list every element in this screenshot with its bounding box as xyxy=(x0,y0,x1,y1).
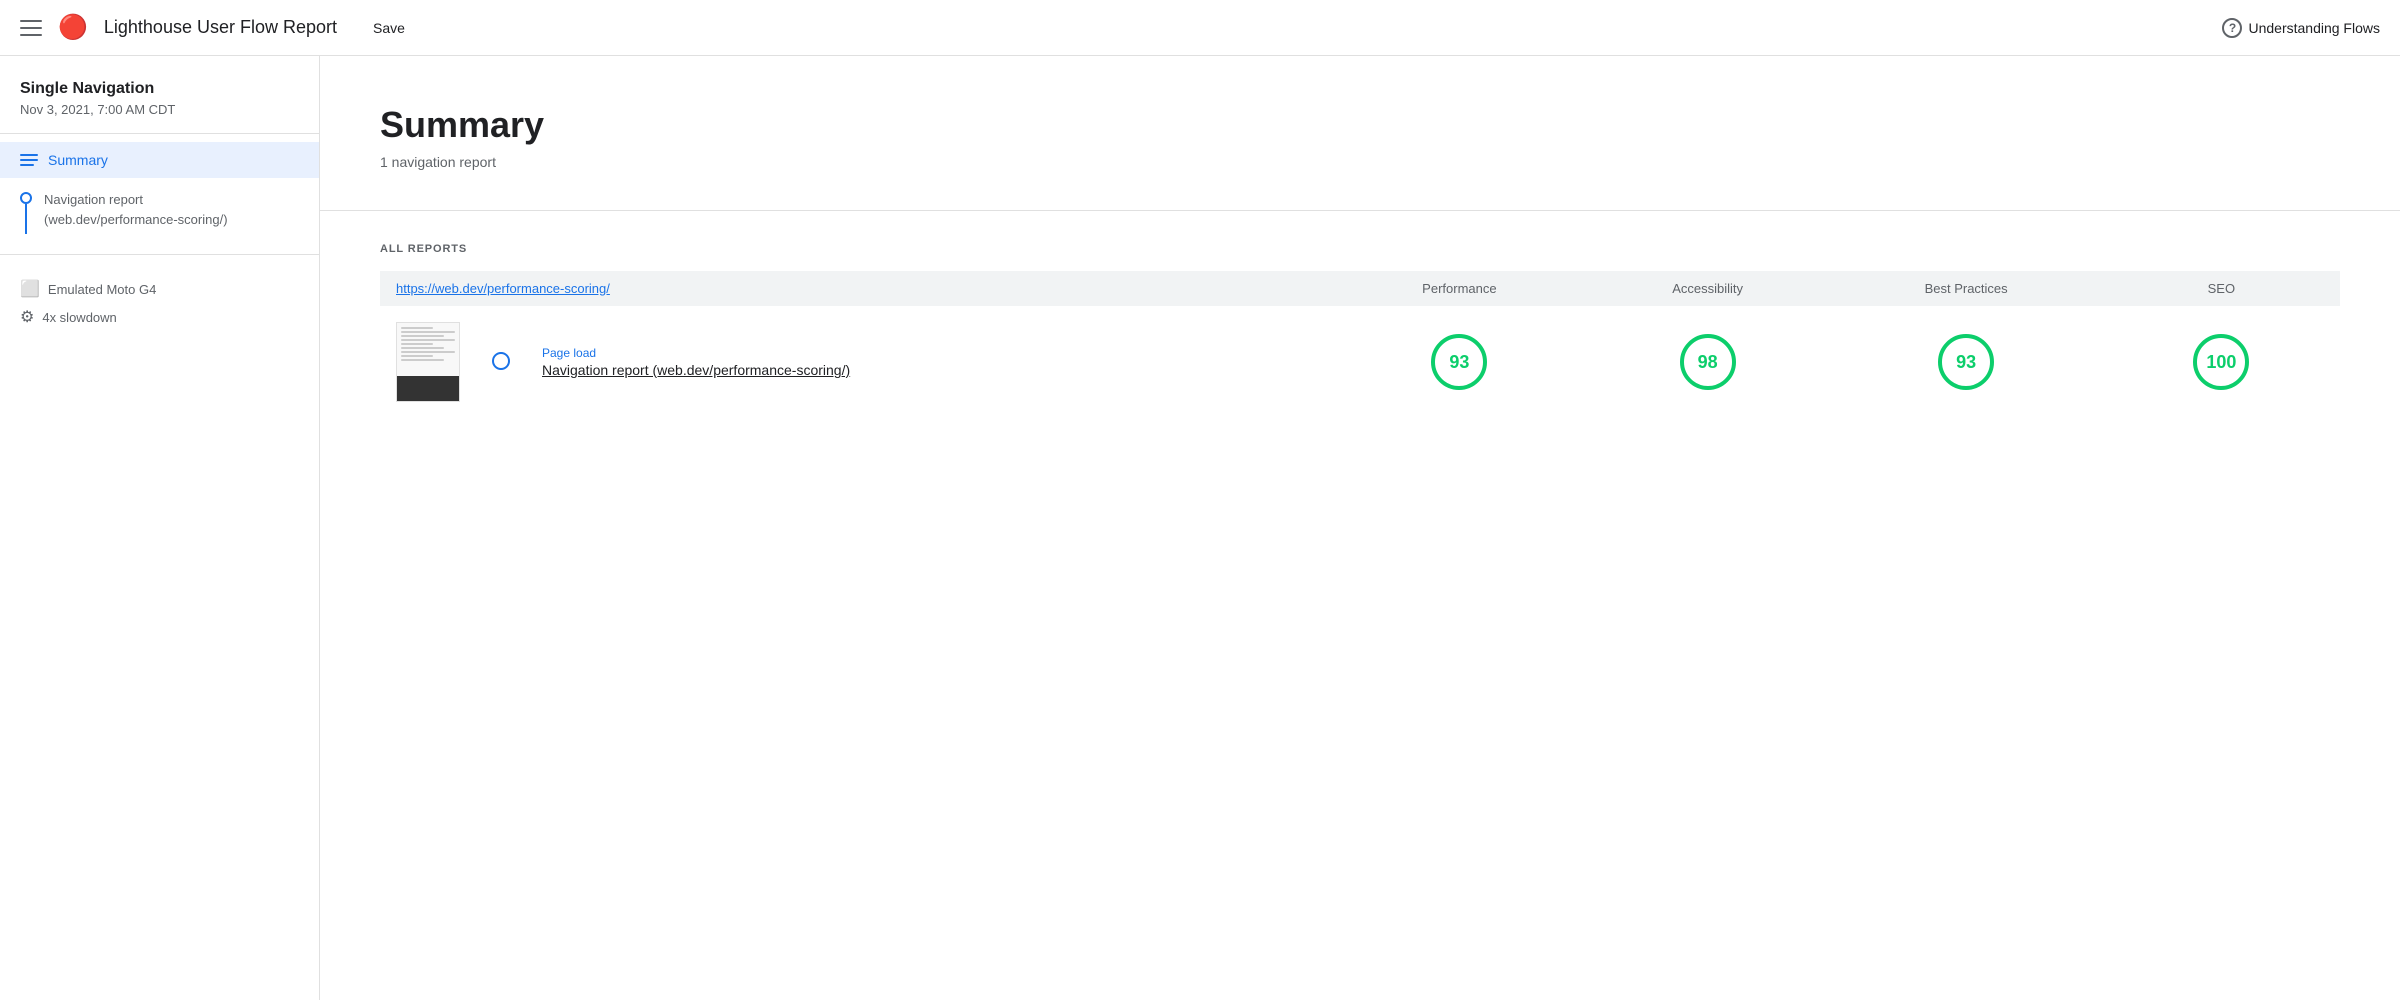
sidebar-item-summary[interactable]: Summary xyxy=(0,142,319,178)
col-performance: Performance xyxy=(1333,271,1586,306)
reports-section-label: ALL REPORTS xyxy=(380,243,2340,255)
col-url: https://web.dev/performance-scoring/ xyxy=(380,271,1333,306)
reports-table: https://web.dev/performance-scoring/ Per… xyxy=(380,271,2340,418)
header-left: 🔴 Lighthouse User Flow Report Save xyxy=(20,13,405,42)
col-seo: SEO xyxy=(2103,271,2340,306)
score-accessibility-cell: 98 xyxy=(1586,306,1830,418)
reports-section: ALL REPORTS https://web.dev/performance-… xyxy=(320,211,2400,450)
pin-icon xyxy=(20,190,32,234)
thumbnail-cell xyxy=(380,306,476,418)
score-seo[interactable]: 100 xyxy=(2193,334,2249,390)
device-icon: ⬜ xyxy=(20,279,40,299)
sidebar-report-url: (web.dev/performance-scoring/) xyxy=(44,210,228,230)
col-accessibility: Accessibility xyxy=(1586,271,1830,306)
understanding-flows-link[interactable]: ? Understanding Flows xyxy=(2222,18,2380,38)
sidebar-section-title: Single Navigation xyxy=(0,80,319,102)
score-best-practices-cell: 93 xyxy=(1830,306,2103,418)
sidebar-meta-device-label: Emulated Moto G4 xyxy=(48,282,156,297)
sidebar-divider-2 xyxy=(0,254,319,255)
save-button[interactable]: Save xyxy=(373,20,405,36)
radio-cell xyxy=(476,306,526,418)
reports-table-header: https://web.dev/performance-scoring/ Per… xyxy=(380,271,2340,306)
help-icon: ? xyxy=(2222,18,2242,38)
score-performance-cell: 93 xyxy=(1333,306,1586,418)
hamburger-menu-button[interactable] xyxy=(20,20,42,36)
summary-subtitle: 1 navigation report xyxy=(380,154,2340,170)
page-thumbnail xyxy=(396,322,460,402)
sidebar-meta-cpu: ⚙ 4x slowdown xyxy=(20,303,299,331)
sidebar-report-text: Navigation report (web.dev/performance-s… xyxy=(44,190,228,229)
sidebar-item-navigation-report[interactable]: Navigation report (web.dev/performance-s… xyxy=(0,178,319,246)
report-name-link[interactable]: Navigation report (web.dev/performance-s… xyxy=(542,362,850,378)
sidebar: Single Navigation Nov 3, 2021, 7:00 AM C… xyxy=(0,56,320,1000)
score-accessibility[interactable]: 98 xyxy=(1680,334,1736,390)
sidebar-meta: ⬜ Emulated Moto G4 ⚙ 4x slowdown xyxy=(0,263,319,343)
col-best-practices: Best Practices xyxy=(1830,271,2103,306)
sidebar-meta-cpu-label: 4x slowdown xyxy=(42,310,116,325)
report-name-cell: Page load Navigation report (web.dev/per… xyxy=(526,306,1333,418)
header-title: Lighthouse User Flow Report xyxy=(104,17,337,38)
list-icon xyxy=(20,154,38,166)
sidebar-divider xyxy=(0,133,319,134)
sidebar-meta-device: ⬜ Emulated Moto G4 xyxy=(20,275,299,303)
report-type: Page load xyxy=(542,346,1317,360)
sidebar-report-title: Navigation report xyxy=(44,190,228,210)
sidebar-summary-label: Summary xyxy=(48,152,108,168)
lighthouse-logo-icon: 🔴 xyxy=(58,13,88,42)
header: 🔴 Lighthouse User Flow Report Save ? Und… xyxy=(0,0,2400,56)
row-radio[interactable] xyxy=(492,352,510,370)
main-layout: Single Navigation Nov 3, 2021, 7:00 AM C… xyxy=(0,56,2400,1000)
url-link[interactable]: https://web.dev/performance-scoring/ xyxy=(396,281,610,296)
score-best-practices[interactable]: 93 xyxy=(1938,334,1994,390)
sidebar-date: Nov 3, 2021, 7:00 AM CDT xyxy=(0,102,319,133)
summary-title: Summary xyxy=(380,104,2340,146)
score-performance[interactable]: 93 xyxy=(1431,334,1487,390)
table-row: Page load Navigation report (web.dev/per… xyxy=(380,306,2340,418)
main-content: Summary 1 navigation report ALL REPORTS … xyxy=(320,56,2400,1000)
summary-section: Summary 1 navigation report xyxy=(320,56,2400,211)
score-seo-cell: 100 xyxy=(2103,306,2340,418)
cpu-icon: ⚙ xyxy=(20,307,34,327)
help-link-label: Understanding Flows xyxy=(2248,20,2380,36)
